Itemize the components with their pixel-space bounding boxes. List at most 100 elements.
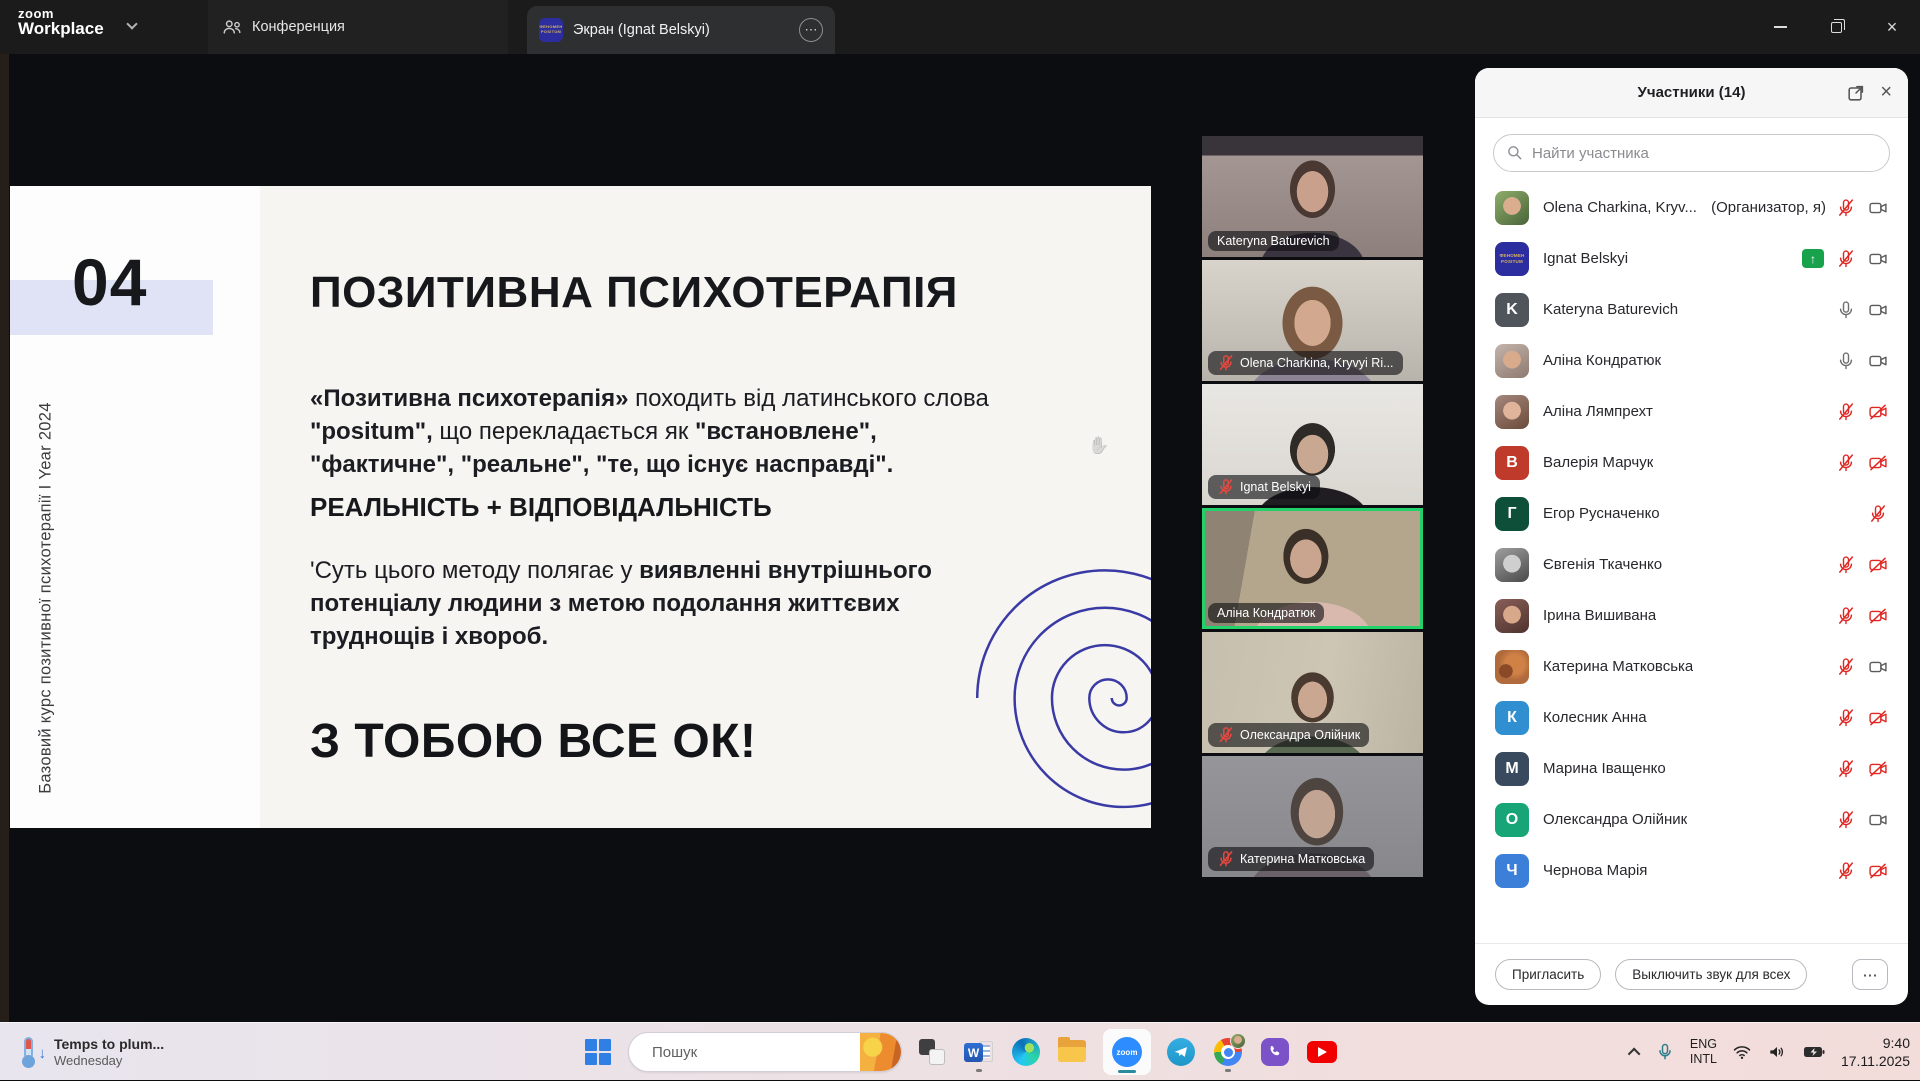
edge-app-button[interactable] xyxy=(1009,1030,1043,1074)
mic-on-icon[interactable] xyxy=(1836,300,1856,320)
mute-all-button[interactable]: Выключить звук для всех xyxy=(1615,959,1807,990)
more-options-button[interactable]: ⋯ xyxy=(1852,959,1888,990)
chrome-icon xyxy=(1214,1038,1242,1066)
camera-on-icon[interactable] xyxy=(1868,810,1888,830)
avatar: ФЕНОМЕН POSITUM xyxy=(1495,242,1529,276)
video-tile-active-speaker[interactable]: Аліна Кондратюк xyxy=(1202,508,1423,629)
participant-row[interactable]: Г Егор Русначенко xyxy=(1475,488,1908,539)
mic-muted-icon[interactable] xyxy=(1836,249,1856,269)
participant-row[interactable]: К Колесник Анна xyxy=(1475,692,1908,743)
participant-row[interactable]: М Марина Іващенко xyxy=(1475,743,1908,794)
camera-off-icon[interactable] xyxy=(1868,861,1888,881)
popout-icon[interactable] xyxy=(1846,83,1866,103)
close-panel-icon[interactable]: × xyxy=(1880,81,1892,104)
camera-on-icon[interactable] xyxy=(1868,249,1888,269)
language-indicator[interactable]: ENG INTL xyxy=(1690,1037,1717,1067)
taskbar-clock[interactable]: 9:40 17.11.2025 xyxy=(1841,1034,1910,1070)
participant-row[interactable]: В Валерія Марчук xyxy=(1475,437,1908,488)
video-tile[interactable]: Олександра Олійник xyxy=(1202,632,1423,753)
mic-muted-icon[interactable] xyxy=(1836,555,1856,575)
participant-name: Kateryna Baturevich xyxy=(1543,301,1678,318)
camera-off-icon[interactable] xyxy=(1868,555,1888,575)
chevron-down-icon[interactable] xyxy=(126,18,137,29)
participant-row[interactable]: Євгенія Ткаченко xyxy=(1475,539,1908,590)
word-app-button[interactable]: W xyxy=(962,1030,996,1074)
tray-mic-icon[interactable] xyxy=(1655,1042,1675,1062)
zoom-workplace-logo: zoom Workplace xyxy=(18,6,104,39)
camera-off-icon[interactable] xyxy=(1868,402,1888,422)
tab-conference[interactable]: Конференция xyxy=(208,0,508,54)
video-tile[interactable]: Ignat Belskyi xyxy=(1202,384,1423,505)
participant-name: Євгенія Ткаченко xyxy=(1543,556,1662,573)
tab-screen-share[interactable]: ФЕНОМЕН POSITUM Экран (Ignat Belskyi) ⋯ xyxy=(527,6,835,54)
taskbar-search[interactable] xyxy=(628,1032,902,1072)
task-view-icon xyxy=(919,1039,945,1065)
video-tile[interactable]: Kateryna Baturevich xyxy=(1202,136,1423,257)
participant-row[interactable]: ФЕНОМЕН POSITUM Ignat Belskyi ↑ xyxy=(1475,233,1908,284)
chrome-app-button[interactable] xyxy=(1211,1030,1245,1074)
participant-row[interactable]: О Олександра Олійник xyxy=(1475,794,1908,845)
participant-name: Аліна Кондратюк xyxy=(1543,352,1661,369)
word-icon: W xyxy=(964,1037,994,1067)
participant-row[interactable]: Аліна Лямпрехт xyxy=(1475,386,1908,437)
avatar: М xyxy=(1495,752,1529,786)
app-logo-icon: ФЕНОМЕН POSITUM xyxy=(539,18,563,42)
telegram-app-button[interactable] xyxy=(1164,1030,1198,1074)
minimize-button[interactable] xyxy=(1752,0,1808,54)
mic-muted-icon[interactable] xyxy=(1836,708,1856,728)
camera-off-icon[interactable] xyxy=(1868,759,1888,779)
participant-search-input[interactable] xyxy=(1532,145,1877,162)
volume-icon[interactable] xyxy=(1767,1042,1787,1062)
participant-row[interactable]: Olena Charkina, Kryv... (Организатор, я) xyxy=(1475,182,1908,233)
tab-options-icon[interactable]: ⋯ xyxy=(799,18,823,42)
viber-app-button[interactable] xyxy=(1258,1030,1292,1074)
mic-muted-icon[interactable] xyxy=(1836,861,1856,881)
slide-paragraph-2: РЕАЛЬНІСТЬ + ВІДПОВІДАЛЬНІСТЬ xyxy=(310,492,772,523)
camera-off-icon[interactable] xyxy=(1868,708,1888,728)
camera-on-icon[interactable] xyxy=(1868,198,1888,218)
zoom-icon-label: zoom xyxy=(1112,1037,1142,1067)
participant-name: Аліна Лямпрехт xyxy=(1543,403,1653,420)
mic-muted-icon[interactable] xyxy=(1868,504,1888,524)
participant-name: Егор Русначенко xyxy=(1543,505,1660,522)
slide-paragraph-1: «Позитивна психотерапія» походить від ла… xyxy=(310,382,1010,481)
participant-search-box[interactable] xyxy=(1493,134,1890,172)
mic-muted-icon[interactable] xyxy=(1836,810,1856,830)
camera-on-icon[interactable] xyxy=(1868,657,1888,677)
mic-muted-icon[interactable] xyxy=(1836,657,1856,677)
restore-button[interactable] xyxy=(1808,0,1864,54)
participant-row[interactable]: Аліна Кондратюк xyxy=(1475,335,1908,386)
mic-muted-icon[interactable] xyxy=(1836,606,1856,626)
wifi-icon[interactable] xyxy=(1732,1042,1752,1062)
battery-icon[interactable] xyxy=(1802,1040,1826,1064)
slide-paragraph-3: 'Суть цього методу полягає у виявленні в… xyxy=(310,554,1000,653)
participant-row[interactable]: Катерина Матковська xyxy=(1475,641,1908,692)
mic-muted-icon[interactable] xyxy=(1836,402,1856,422)
camera-off-icon[interactable] xyxy=(1868,606,1888,626)
zoom-app-button[interactable]: zoom xyxy=(1103,1030,1151,1074)
camera-on-icon[interactable] xyxy=(1868,300,1888,320)
mic-muted-icon[interactable] xyxy=(1836,759,1856,779)
tile-name-label: Ignat Belskyi xyxy=(1240,480,1311,494)
close-button[interactable]: × xyxy=(1864,0,1920,54)
video-tile[interactable]: Olena Charkina, Kryvyi Ri... xyxy=(1202,260,1423,381)
mic-on-icon[interactable] xyxy=(1836,351,1856,371)
participant-row[interactable]: K Kateryna Baturevich xyxy=(1475,284,1908,335)
participant-row[interactable]: Ірина Вишивана xyxy=(1475,590,1908,641)
invite-button[interactable]: Пригласить xyxy=(1495,959,1601,990)
camera-on-icon[interactable] xyxy=(1868,351,1888,371)
meeting-content-area: 04 Базовий курс позитивної психотерапії … xyxy=(0,54,1920,1022)
video-tile[interactable]: Катерина Матковська xyxy=(1202,756,1423,877)
taskbar-search-input[interactable] xyxy=(652,1044,851,1061)
participants-header: Участники (14) × xyxy=(1475,68,1908,118)
mic-muted-icon[interactable] xyxy=(1836,198,1856,218)
camera-off-icon[interactable] xyxy=(1868,453,1888,473)
task-view-button[interactable] xyxy=(915,1030,949,1074)
youtube-app-button[interactable] xyxy=(1305,1030,1339,1074)
file-explorer-button[interactable] xyxy=(1056,1030,1090,1074)
mic-muted-icon[interactable] xyxy=(1836,453,1856,473)
muted-mic-icon xyxy=(1217,478,1235,496)
start-button[interactable] xyxy=(581,1030,615,1074)
viber-icon xyxy=(1261,1038,1289,1066)
participant-row[interactable]: Ч Чернова Марія xyxy=(1475,845,1908,896)
